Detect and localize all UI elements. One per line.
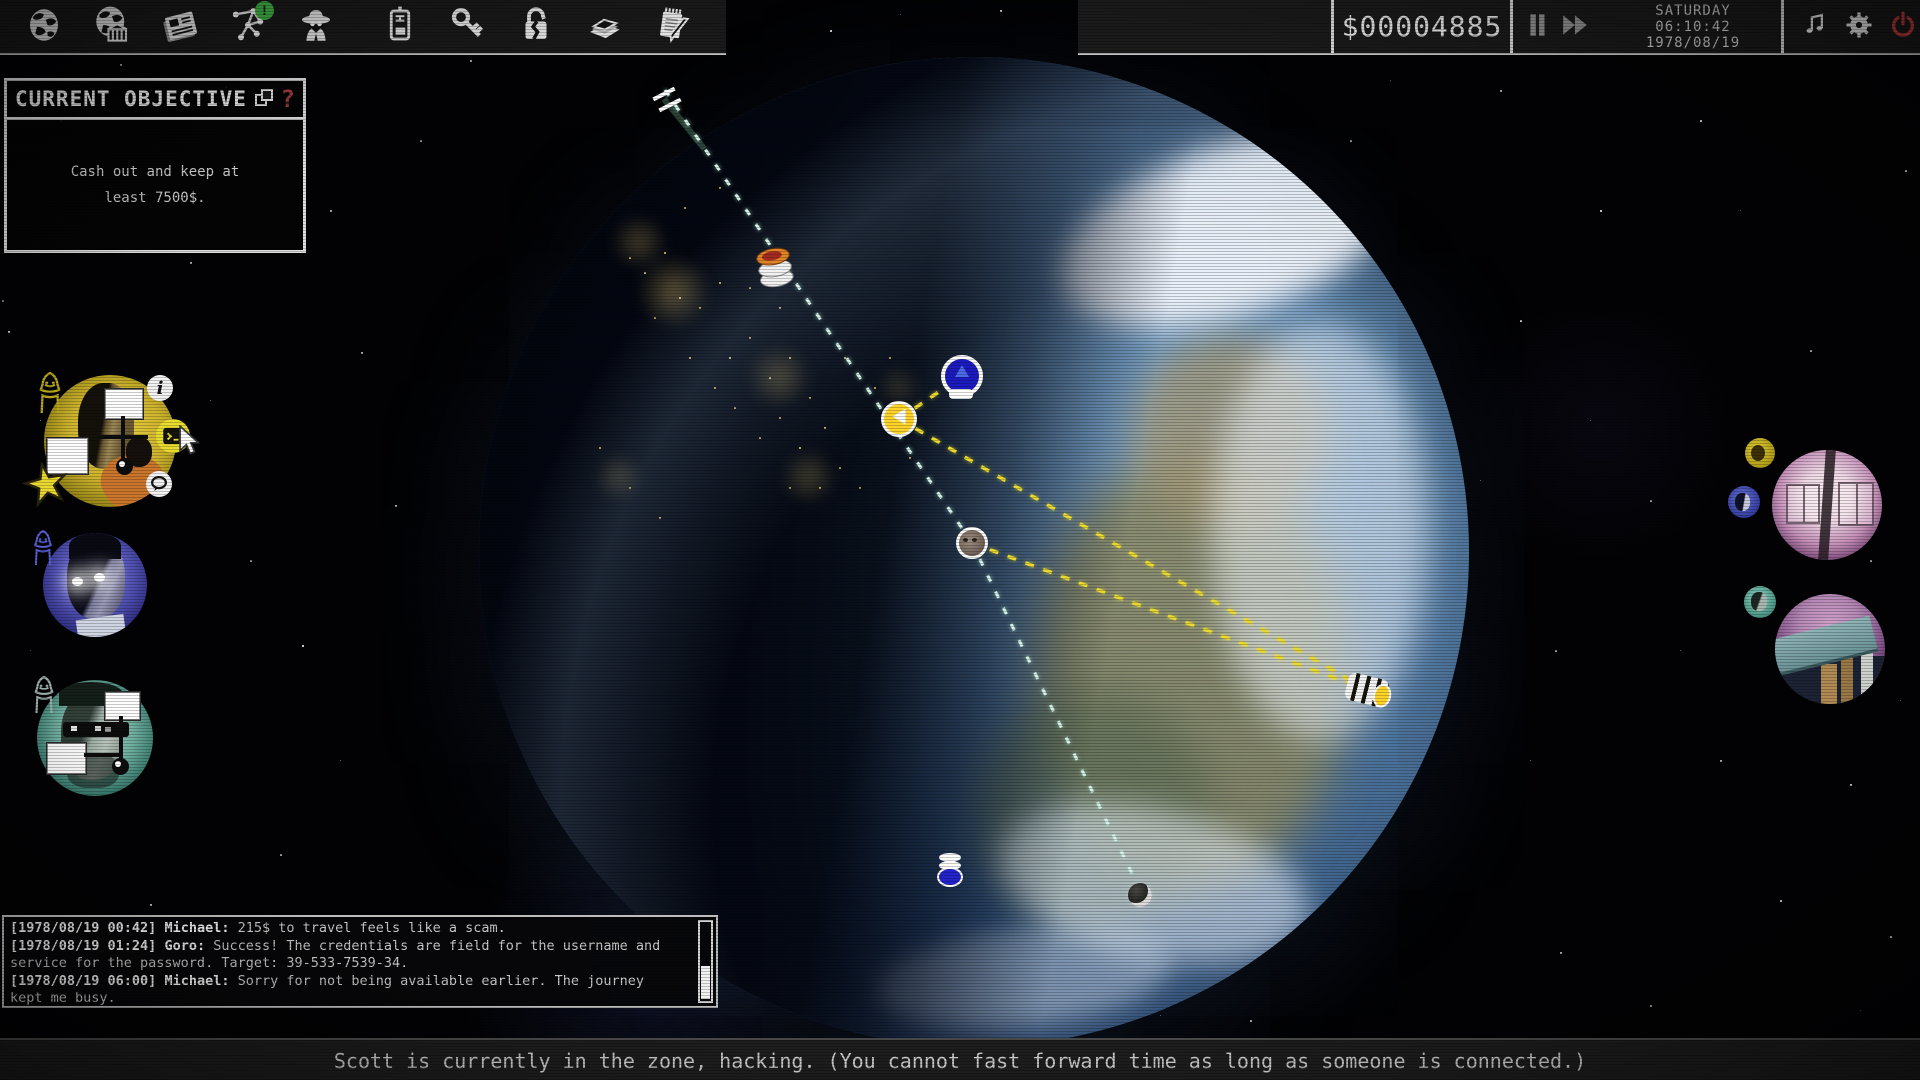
speech-button[interactable] [146, 471, 172, 497]
broken-lock-button[interactable] [514, 4, 558, 50]
chat-timestamp: [1978/08/19 01:24] [10, 938, 164, 954]
pause-button[interactable] [1525, 12, 1551, 41]
spy-status-icon [26, 672, 62, 718]
money-display: $00004885 [1334, 10, 1510, 43]
city-lights [479, 57, 481, 59]
spy-status-icon [30, 368, 70, 418]
avatar-badge-blue[interactable] [1728, 486, 1760, 518]
status-bar: Scott is currently in the zone, hacking.… [0, 1038, 1920, 1080]
location-house[interactable] [1775, 594, 1885, 704]
scrollbar-thumb[interactable] [701, 966, 710, 999]
chat-sender: Michael: [164, 973, 229, 989]
music-button[interactable] [1798, 10, 1832, 44]
chat-text: 215$ to travel feels like a scam. [229, 920, 505, 936]
clock-day: SATURDAY [1605, 3, 1781, 19]
chat-timestamp: [1978/08/19 06:00] [10, 973, 164, 989]
popout-window-button[interactable] [251, 86, 277, 112]
notification-badge: ! [255, 1, 274, 20]
window-marker [105, 389, 143, 419]
power-button[interactable] [1886, 10, 1920, 44]
money-coins-node[interactable] [755, 245, 795, 290]
notepad-button[interactable] [650, 4, 694, 50]
endpoint-node[interactable] [1128, 883, 1152, 907]
location-interior[interactable] [1772, 450, 1882, 560]
book-button[interactable] [582, 4, 626, 50]
chat-scrollbar[interactable] [698, 920, 713, 1003]
glowing-glasses [72, 577, 83, 586]
money-coins-blue-node[interactable] [937, 853, 965, 887]
chat-sender: Michael: [164, 920, 229, 936]
chat-message: [1978/08/19 06:00] Michael: Sorry for no… [10, 973, 684, 1008]
objective-text: Cash out and keep at least 7500$. [49, 159, 261, 211]
clock-date: 1978/08/19 [1605, 35, 1781, 51]
status-text: Scott is currently in the zone, hacking.… [334, 1049, 1586, 1073]
settings-button[interactable] [1842, 10, 1876, 44]
chat-message: [1978/08/19 00:42] Michael: 215$ to trav… [10, 920, 684, 938]
window-marker [47, 743, 86, 774]
key-button[interactable] [446, 4, 490, 50]
avatar-badge-teal[interactable] [1744, 586, 1776, 618]
fast-forward-button[interactable] [1561, 12, 1591, 41]
status-cluster: $00004885 SATURDAY 06:10:42 1978/08/19 [1078, 0, 1920, 55]
chat-sender: Goro: [164, 938, 205, 954]
chat-message: [1978/08/19 01:24] Goro: Success! The cr… [10, 938, 684, 973]
info-button[interactable]: i [147, 375, 173, 401]
help-button[interactable]: ? [277, 85, 295, 113]
spy-button[interactable] [294, 4, 338, 50]
objective-title: CURRENT OBJECTIVE [15, 87, 251, 111]
chat-timestamp: [1978/08/19 00:42] [10, 920, 164, 936]
avatar-node[interactable] [956, 527, 988, 559]
globe-button[interactable] [22, 4, 66, 50]
network-button[interactable]: ! [226, 4, 270, 50]
toolbar: ! [0, 0, 726, 55]
avatar-badge-yellow[interactable] [1745, 438, 1775, 468]
person-node-yellow[interactable] [881, 401, 917, 437]
terminal-button[interactable] [156, 419, 190, 453]
game-clock: SATURDAY 06:10:42 1978/08/19 [1605, 3, 1781, 51]
objective-panel: CURRENT OBJECTIVE ? Cash out and keep at… [4, 78, 306, 253]
chat-messages: [1978/08/19 00:42] Michael: 215$ to trav… [10, 920, 684, 1008]
clock-time: 06:10:42 [1605, 19, 1781, 35]
game-screen: ! [0, 0, 1920, 1080]
spy-status-icon [26, 526, 60, 570]
news-button[interactable] [158, 4, 202, 50]
time-controls [1513, 12, 1605, 41]
bank-button[interactable] [90, 4, 134, 50]
chat-log[interactable]: [1978/08/19 00:42] Michael: 215$ to trav… [2, 915, 718, 1008]
person-node-blue[interactable] [941, 355, 983, 397]
chip-card-button[interactable] [378, 4, 422, 50]
